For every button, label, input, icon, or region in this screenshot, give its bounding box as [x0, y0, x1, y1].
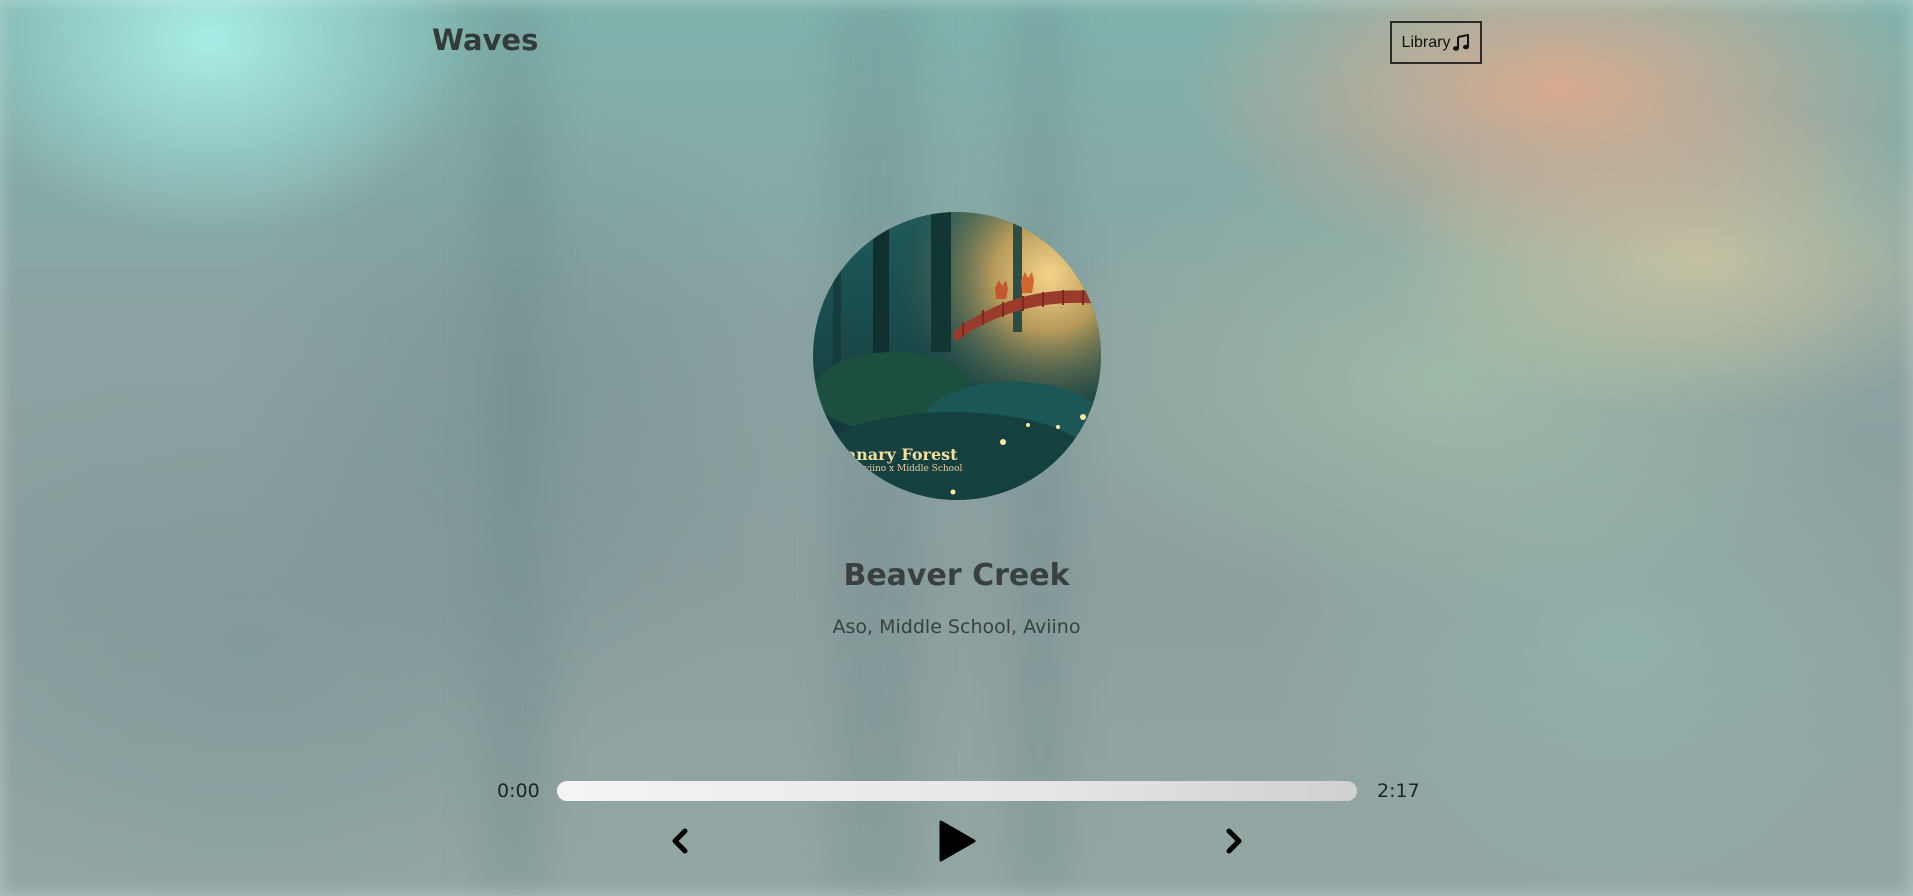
background-trunk [480, 0, 550, 896]
current-time: 0:00 [497, 780, 540, 802]
chevron-left-icon [669, 828, 691, 857]
song-artist: Aso, Middle School, Aviino [832, 616, 1081, 638]
progress-slider[interactable] [557, 781, 1357, 801]
total-time: 2:17 [1377, 780, 1420, 802]
previous-track-button[interactable] [664, 826, 696, 858]
song-title: Beaver Creek [843, 558, 1070, 593]
library-button[interactable]: Library [1390, 21, 1482, 64]
library-button-label: Library [1401, 33, 1451, 51]
cover-art-title: Canary Forest [833, 445, 958, 464]
album-cover: Canary Forest Aviino x Middle School [813, 212, 1101, 500]
app-title: Waves [432, 23, 539, 57]
play-button[interactable] [932, 817, 982, 867]
chevron-right-icon [1223, 828, 1245, 857]
cover-art-subtitle: Aviino x Middle School [858, 464, 963, 474]
music-note-icon [1452, 33, 1470, 52]
music-player-app: Waves Library Canary Forest Aviino x Mid… [0, 0, 1913, 896]
play-icon [937, 819, 977, 866]
next-track-button[interactable] [1218, 826, 1250, 858]
